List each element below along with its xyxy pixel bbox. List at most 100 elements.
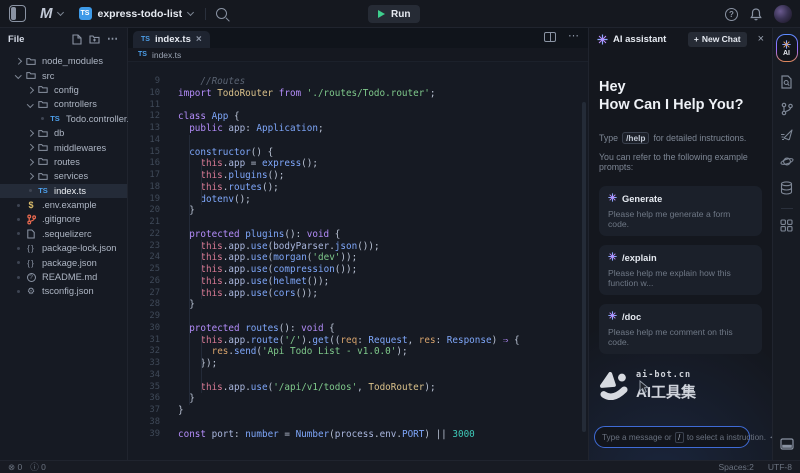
code-line-11[interactable]: 11 <box>128 100 588 112</box>
prompt-card-Generate[interactable]: GeneratePlease help me generate a form c… <box>599 186 762 236</box>
breadcrumb-file: index.ts <box>152 50 181 60</box>
tree-file-.gitignore[interactable]: .gitignore <box>0 212 127 226</box>
split-editor-icon[interactable] <box>544 32 556 42</box>
code-area[interactable]: 9 //Routes10import TodoRouter from './ro… <box>128 62 588 460</box>
tree-folder-routes[interactable]: routes <box>0 155 127 169</box>
prompt-description: Please help me generate a form code. <box>608 209 753 229</box>
explorer-more-icon[interactable]: ⋯ <box>107 35 119 43</box>
app-logo[interactable]: M <box>40 5 52 22</box>
code-line-20[interactable]: 20 } <box>128 205 588 217</box>
code-line-21[interactable]: 21 <box>128 217 588 229</box>
file-label: package.json <box>42 258 97 268</box>
code-line-16[interactable]: 16 this.app = express(); <box>128 158 588 170</box>
chevron-down-icon <box>15 72 21 78</box>
indent-guide <box>201 334 202 393</box>
sidebar-toggle-icon[interactable] <box>9 5 26 22</box>
tree-folder-config[interactable]: config <box>0 83 127 97</box>
line-number: 39 <box>128 429 160 441</box>
bell-icon[interactable] <box>750 8 762 21</box>
tree-file-.sequelizerc[interactable]: .sequelizerc <box>0 227 127 241</box>
code-line-28[interactable]: 28 } <box>128 299 588 311</box>
ts-file-icon: TS <box>48 114 62 123</box>
info-indicator[interactable]: ⓘ 0 <box>30 461 46 473</box>
tree-folder-controllers[interactable]: controllers <box>0 97 127 111</box>
line-number: 16 <box>128 158 160 170</box>
code-line-31[interactable]: 31 this.app.route('/').get((req: Request… <box>128 335 588 347</box>
tree-folder-middlewares[interactable]: middlewares <box>0 140 127 154</box>
code-line-32[interactable]: 32 res.send('Api Todo List - v1.0.0'); <box>128 346 588 358</box>
code-line-19[interactable]: 19 dotenv(); <box>128 194 588 206</box>
tree-folder-src[interactable]: src <box>0 68 127 82</box>
greeting-line1: Hey <box>599 78 762 96</box>
apps-grid-icon[interactable] <box>780 219 793 232</box>
file-dot <box>17 218 20 221</box>
help-icon[interactable]: ? <box>725 8 738 21</box>
tree-folder-node_modules[interactable]: node_modules <box>0 54 127 68</box>
tree-file-Todo.controller.ts[interactable]: TSTodo.controller.ts <box>0 112 127 126</box>
code-line-22[interactable]: 22 protected plugins(): void { <box>128 229 588 241</box>
code-line-10[interactable]: 10import TodoRouter from './routes/Todo.… <box>128 88 588 100</box>
new-folder-icon[interactable] <box>89 34 100 44</box>
code-line-9[interactable]: 9 //Routes <box>128 76 588 88</box>
close-icon[interactable]: × <box>758 33 764 45</box>
deploy-icon[interactable] <box>780 129 794 142</box>
project-selector[interactable]: TS express-todo-list <box>79 7 194 20</box>
new-chat-button[interactable]: + New Chat <box>688 32 747 47</box>
indent-guide <box>201 158 202 205</box>
indentation-setting[interactable]: Spaces:2 <box>718 462 753 472</box>
tab-index-ts[interactable]: TS index.ts × <box>133 31 210 48</box>
code-line-26[interactable]: 26 this.app.use(helmet()); <box>128 276 588 288</box>
code-line-24[interactable]: 24 this.app.use(morgan('dev')); <box>128 252 588 264</box>
prompt-card-explain[interactable]: /explainPlease help me explain how this … <box>599 245 762 295</box>
file-search-icon[interactable] <box>780 75 793 89</box>
git-branch-icon[interactable] <box>781 102 793 116</box>
tree-file-index.ts[interactable]: TSindex.ts <box>0 184 127 198</box>
tree-folder-db[interactable]: db <box>0 126 127 140</box>
code-line-25[interactable]: 25 this.app.use(compression()); <box>128 264 588 276</box>
code-line-23[interactable]: 23 this.app.use(bodyParser.json()); <box>128 241 588 253</box>
code-line-15[interactable]: 15 constructor() { <box>128 147 588 159</box>
search-icon[interactable] <box>216 8 227 19</box>
breadcrumb[interactable]: TS index.ts <box>128 48 588 62</box>
ts-file-icon: TS <box>36 186 50 195</box>
code-line-36[interactable]: 36 } <box>128 393 588 405</box>
avatar[interactable] <box>774 5 792 23</box>
line-number: 27 <box>128 288 160 300</box>
code-line-33[interactable]: 33 }); <box>128 358 588 370</box>
code-line-13[interactable]: 13 public app: Application; <box>128 123 588 135</box>
logo-chevron-down-icon[interactable] <box>56 9 63 16</box>
braces-file-icon: {} <box>24 258 38 268</box>
encoding-setting[interactable]: UTF-8 <box>768 462 792 472</box>
code-line-39[interactable]: 39const port: number = Number(process.en… <box>128 429 588 441</box>
tab-close-icon[interactable]: × <box>196 35 202 45</box>
database-icon[interactable] <box>780 181 793 195</box>
prompt-card-doc[interactable]: /docPlease help me comment on this code. <box>599 304 762 354</box>
code-line-34[interactable]: 34 <box>128 370 588 382</box>
tree-file-tsconfig.json[interactable]: ⚙tsconfig.json <box>0 284 127 298</box>
tree-folder-services[interactable]: services <box>0 169 127 183</box>
planet-icon[interactable] <box>780 155 794 168</box>
code-line-29[interactable]: 29 <box>128 311 588 323</box>
code-line-35[interactable]: 35 this.app.use('/api/v1/todos', TodoRou… <box>128 382 588 394</box>
tree-file-package.json[interactable]: {} package.json <box>0 255 127 269</box>
code-line-14[interactable]: 14 <box>128 135 588 147</box>
code-line-38[interactable]: 38 <box>128 417 588 429</box>
toggle-panel-icon[interactable] <box>780 438 794 450</box>
line-number: 23 <box>128 241 160 253</box>
code-line-27[interactable]: 27 this.app.use(cors()); <box>128 288 588 300</box>
tree-file-README.md[interactable]: ?README.md <box>0 270 127 284</box>
code-line-18[interactable]: 18 this.routes(); <box>128 182 588 194</box>
rail-ai-assistant-button[interactable]: AI <box>776 34 798 62</box>
chat-input[interactable]: Type a message or / to select a instruct… <box>594 426 750 448</box>
code-line-30[interactable]: 30 protected routes(): void { <box>128 323 588 335</box>
new-file-icon[interactable] <box>72 34 82 45</box>
errors-indicator[interactable]: ⊗ 0 <box>8 462 22 473</box>
code-line-37[interactable]: 37} <box>128 405 588 417</box>
code-line-17[interactable]: 17 this.plugins(); <box>128 170 588 182</box>
run-button[interactable]: Run <box>368 5 420 23</box>
code-line-12[interactable]: 12class App { <box>128 111 588 123</box>
editor-scrollbar[interactable] <box>582 102 586 432</box>
editor-more-icon[interactable]: ⋯ <box>568 32 580 42</box>
tree-file-package-lock.json[interactable]: {}package-lock.json <box>0 241 127 255</box>
tree-file-.env.example[interactable]: $.env.example <box>0 198 127 212</box>
